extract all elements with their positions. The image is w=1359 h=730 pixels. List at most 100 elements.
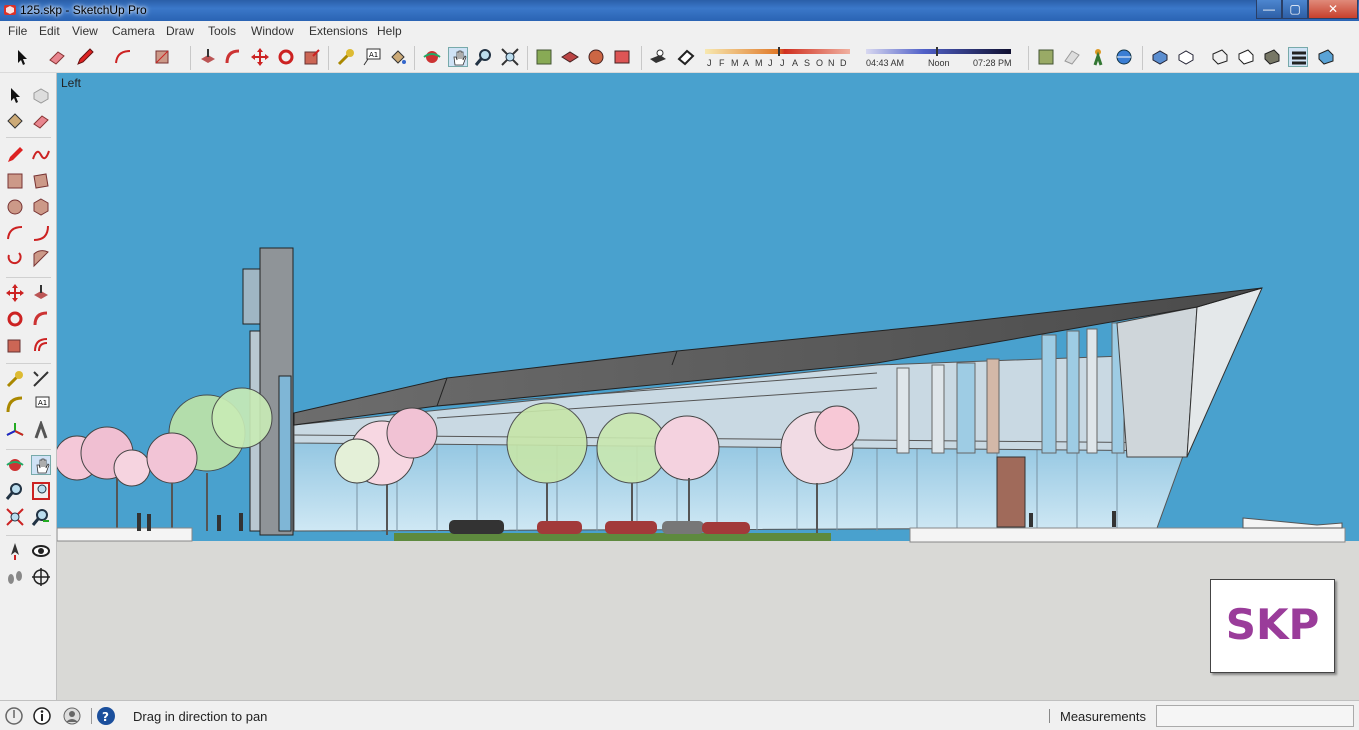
walk-icon[interactable] bbox=[5, 567, 25, 587]
time-start-label: 04:43 AM bbox=[866, 58, 905, 68]
menu-extensions[interactable]: Extensions bbox=[309, 24, 368, 38]
move-icon[interactable] bbox=[250, 47, 270, 67]
geolocation-icon[interactable] bbox=[4, 706, 24, 726]
scale-icon[interactable] bbox=[302, 47, 322, 67]
text-icon[interactable]: A1 bbox=[31, 395, 51, 415]
section-plane-icon[interactable] bbox=[1062, 47, 1082, 67]
fog-icon[interactable] bbox=[676, 47, 696, 67]
menu-camera[interactable]: Camera bbox=[112, 24, 155, 38]
measurements-input[interactable] bbox=[1156, 705, 1354, 727]
menu-window[interactable]: Window bbox=[251, 24, 294, 38]
layout-icon[interactable] bbox=[586, 47, 606, 67]
follow-me-icon[interactable] bbox=[223, 47, 243, 67]
rotate-icon[interactable] bbox=[5, 309, 25, 329]
axes-icon[interactable] bbox=[5, 421, 25, 441]
arc-icon[interactable] bbox=[5, 223, 25, 243]
menu-edit[interactable]: Edit bbox=[39, 24, 60, 38]
paint-bucket-icon[interactable] bbox=[5, 111, 25, 131]
pie-icon[interactable] bbox=[31, 249, 51, 269]
tape-measure-icon[interactable] bbox=[336, 47, 356, 67]
pan-icon[interactable] bbox=[31, 455, 51, 475]
line-icon[interactable] bbox=[5, 145, 25, 165]
3d-warehouse-icon[interactable] bbox=[534, 47, 554, 67]
zoom-extents-icon[interactable] bbox=[500, 47, 520, 67]
close-button[interactable]: ✕ bbox=[1308, 0, 1358, 19]
xray-icon[interactable] bbox=[1150, 47, 1170, 67]
shadows-icon[interactable] bbox=[648, 47, 668, 67]
time-end-label: 07:28 PM bbox=[973, 58, 1012, 68]
rectangle-icon[interactable] bbox=[5, 171, 25, 191]
polygon-icon[interactable] bbox=[31, 197, 51, 217]
pan-icon[interactable] bbox=[448, 47, 468, 67]
circle-icon[interactable] bbox=[5, 197, 25, 217]
time-noon-label: Noon bbox=[928, 58, 950, 68]
ground bbox=[57, 541, 1359, 700]
3d-text-icon[interactable] bbox=[31, 419, 51, 441]
wireframe-icon[interactable] bbox=[1210, 47, 1230, 67]
scale-icon[interactable] bbox=[5, 335, 25, 355]
extension-warehouse-icon[interactable] bbox=[560, 47, 580, 67]
camera-view-label: Left bbox=[61, 76, 82, 90]
section-plane-icon[interactable] bbox=[31, 567, 51, 587]
position-camera-icon[interactable] bbox=[5, 541, 25, 561]
paint-bucket-icon[interactable] bbox=[388, 47, 408, 67]
protractor-icon[interactable] bbox=[5, 395, 25, 415]
walk-icon[interactable] bbox=[1088, 47, 1108, 67]
maximize-button[interactable]: ▢ bbox=[1282, 0, 1308, 19]
hidden-line-icon[interactable] bbox=[1236, 47, 1256, 67]
send-to-layout-icon[interactable] bbox=[612, 47, 632, 67]
offset-icon[interactable] bbox=[31, 335, 51, 355]
credits-icon[interactable] bbox=[32, 706, 52, 726]
zoom-icon[interactable] bbox=[474, 47, 494, 67]
back-edges-icon[interactable] bbox=[1176, 47, 1196, 67]
monochrome-icon[interactable] bbox=[1316, 47, 1336, 67]
measurements-separator bbox=[1049, 709, 1050, 723]
skp-logo-box: SKP bbox=[1210, 579, 1335, 673]
rotated-rectangle-icon[interactable] bbox=[31, 171, 51, 191]
minimize-button[interactable]: — bbox=[1256, 0, 1282, 19]
shadow-settings-panel: J F M A M J J A S O N D 04:43 AM Noon 07… bbox=[703, 46, 1013, 72]
pencil-icon[interactable] bbox=[75, 47, 95, 67]
menu-view[interactable]: View bbox=[72, 24, 98, 38]
eraser-icon[interactable] bbox=[47, 47, 67, 67]
instructor-help-icon[interactable]: ? bbox=[96, 706, 116, 726]
make-component-icon[interactable] bbox=[31, 85, 51, 105]
menu-tools[interactable]: Tools bbox=[208, 24, 236, 38]
rotate-icon[interactable] bbox=[276, 47, 296, 67]
user-account-icon[interactable] bbox=[62, 706, 82, 726]
eraser-icon[interactable] bbox=[31, 111, 51, 131]
zoom-icon[interactable] bbox=[5, 481, 25, 501]
position-camera-icon[interactable] bbox=[1114, 47, 1134, 67]
tape-measure-icon[interactable] bbox=[5, 369, 25, 389]
menu-draw[interactable]: Draw bbox=[166, 24, 194, 38]
drawing-viewport[interactable]: Left SKP bbox=[57, 73, 1359, 700]
rectangle-icon[interactable] bbox=[152, 47, 172, 67]
dimension-icon[interactable] bbox=[31, 369, 51, 389]
orbit-icon[interactable] bbox=[422, 47, 442, 67]
three-point-arc-icon[interactable] bbox=[5, 249, 25, 269]
two-point-arc-icon[interactable] bbox=[31, 223, 51, 243]
zoom-window-icon[interactable] bbox=[31, 481, 51, 501]
text-icon[interactable]: A1 bbox=[362, 47, 382, 67]
select-icon[interactable] bbox=[12, 47, 32, 67]
orbit-icon[interactable] bbox=[5, 455, 25, 475]
menu-help[interactable]: Help bbox=[377, 24, 402, 38]
shadow-date-slider[interactable] bbox=[703, 46, 1013, 72]
push-pull-icon[interactable] bbox=[198, 47, 218, 67]
tower-window bbox=[242, 268, 261, 325]
look-around-icon[interactable] bbox=[31, 541, 51, 561]
previous-view-icon[interactable] bbox=[31, 507, 51, 527]
plaza-left bbox=[57, 527, 193, 542]
move-icon[interactable] bbox=[5, 283, 25, 303]
follow-me-icon[interactable] bbox=[31, 309, 51, 329]
model-info-icon[interactable] bbox=[1036, 47, 1056, 67]
arc-icon[interactable] bbox=[113, 47, 133, 67]
select-icon[interactable] bbox=[5, 85, 25, 105]
zoom-extents-icon[interactable] bbox=[5, 507, 25, 527]
shaded-icon[interactable] bbox=[1262, 47, 1282, 67]
shaded-textures-icon[interactable] bbox=[1288, 47, 1308, 67]
push-pull-icon[interactable] bbox=[31, 283, 51, 303]
month-label: A bbox=[743, 58, 750, 68]
freehand-icon[interactable] bbox=[31, 145, 51, 165]
menu-file[interactable]: File bbox=[8, 24, 27, 38]
